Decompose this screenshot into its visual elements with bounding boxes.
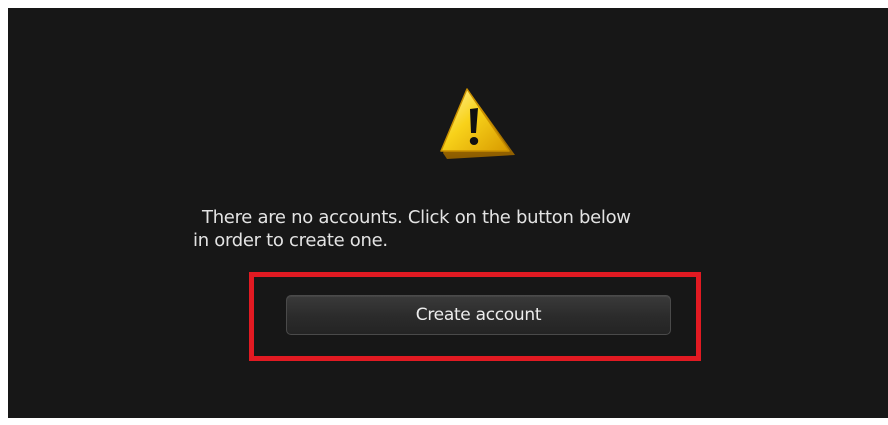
message-line-2: in order to create one. <box>193 230 388 251</box>
create-account-button[interactable]: Create account <box>286 295 671 335</box>
message-line-1: There are no accounts. Click on the butt… <box>202 207 631 228</box>
warning-icon <box>437 83 519 163</box>
no-accounts-message: There are no accounts. Click on the butt… <box>193 206 773 252</box>
